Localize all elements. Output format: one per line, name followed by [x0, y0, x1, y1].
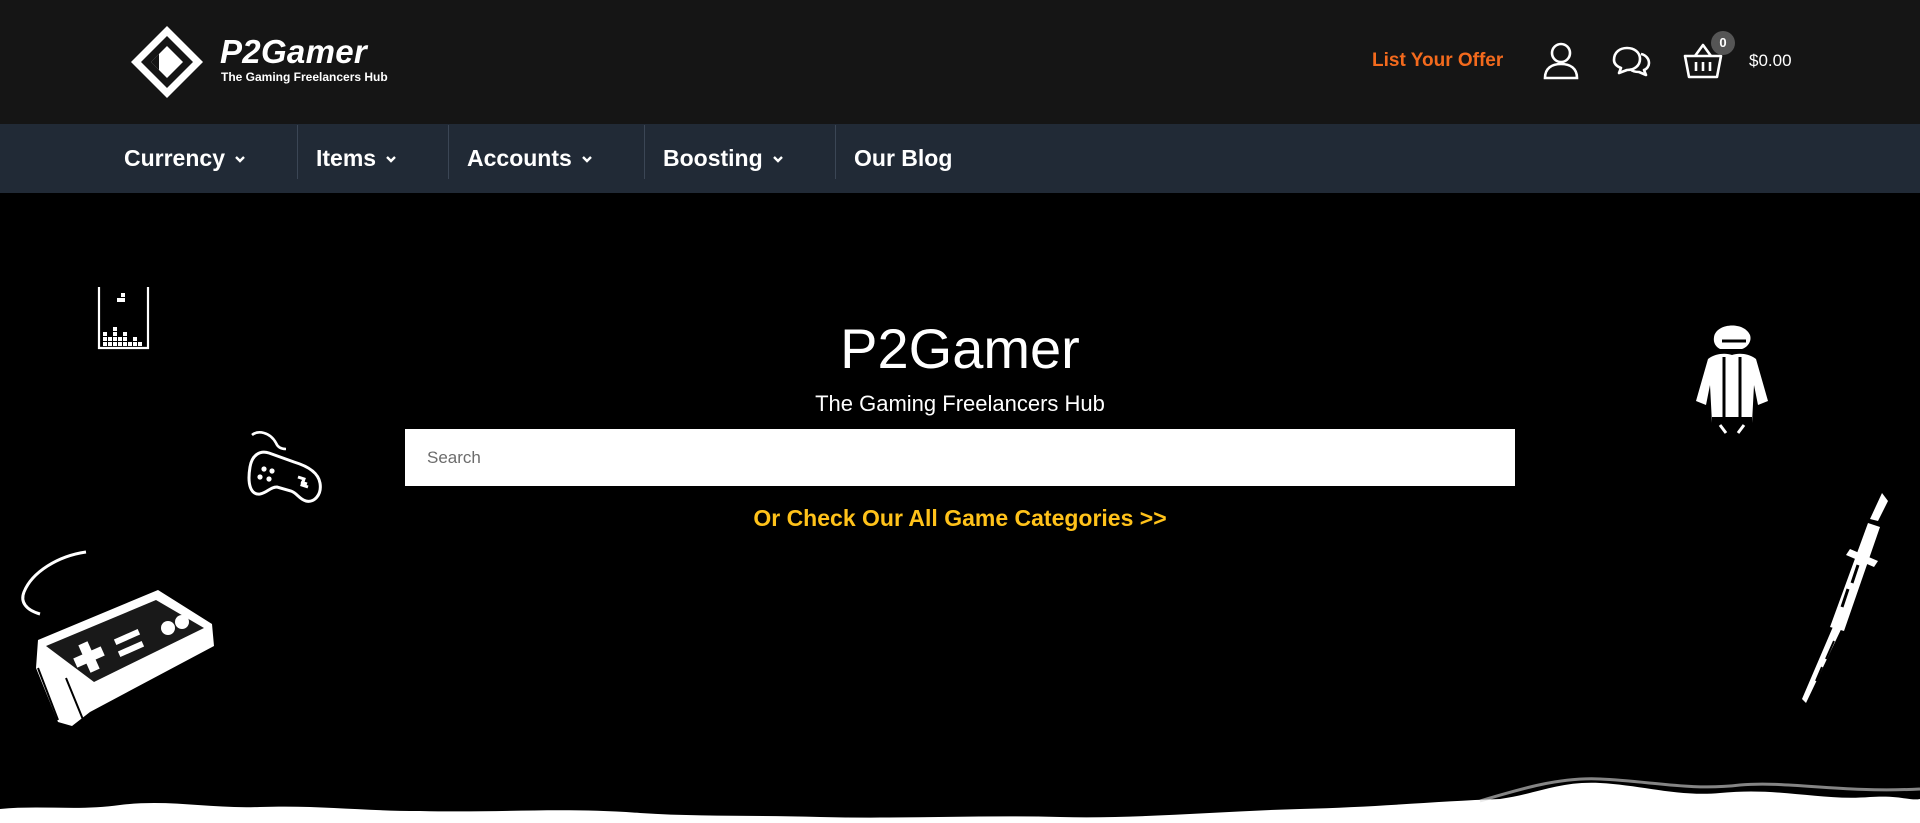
chevron-down-icon — [580, 152, 594, 166]
nav-divider — [448, 125, 449, 179]
chevron-down-icon — [233, 152, 247, 166]
nav-divider — [297, 125, 298, 179]
nav-divider — [644, 125, 645, 179]
cart-total: $0.00 — [1749, 51, 1792, 70]
logo-name: P2Gamer — [220, 33, 368, 70]
nav-item-items[interactable]: Items — [316, 124, 398, 193]
messages-button[interactable] — [1610, 40, 1652, 82]
all-game-categories-link[interactable]: Or Check Our All Game Categories >> — [0, 505, 1920, 532]
search-input[interactable] — [405, 429, 1515, 486]
hero-section: P2Gamer The Gaming Freelancers Hub Or Ch… — [0, 193, 1920, 823]
hero-title: P2Gamer — [840, 317, 1080, 380]
nav-item-boosting[interactable]: Boosting — [663, 124, 785, 193]
site-logo[interactable]: P2Gamer The Gaming Freelancers Hub — [129, 24, 409, 102]
cart-count-badge: 0 — [1711, 31, 1735, 55]
main-nav: Currency Items Accounts Boosting Our Blo… — [0, 124, 1920, 193]
torn-edge-decoration — [0, 777, 1920, 823]
nav-divider — [835, 125, 836, 179]
chevron-down-icon — [384, 152, 398, 166]
nav-item-label: Our Blog — [854, 145, 953, 171]
site-header: P2Gamer The Gaming Freelancers Hub List … — [0, 0, 1920, 124]
nav-item-currency[interactable]: Currency — [124, 124, 247, 193]
account-button[interactable] — [1540, 40, 1582, 82]
nav-item-accounts[interactable]: Accounts — [467, 124, 594, 193]
gamepad-icon — [247, 431, 322, 503]
list-your-offer-link[interactable]: List Your Offer — [1372, 50, 1503, 72]
retro-controller-icon — [21, 550, 214, 726]
nav-item-label: Items — [316, 145, 377, 171]
diamond-logo-icon — [131, 26, 203, 98]
nav-item-our-blog[interactable]: Our Blog — [854, 124, 952, 193]
chevron-down-icon — [771, 152, 785, 166]
logo-tagline: The Gaming Freelancers Hub — [221, 70, 388, 84]
user-icon — [1543, 42, 1579, 80]
hero-subtitle: The Gaming Freelancers Hub — [815, 391, 1105, 416]
chat-bubbles-icon — [1612, 46, 1651, 77]
nav-item-label: Currency — [124, 145, 225, 171]
nav-item-label: Accounts — [467, 145, 572, 171]
nav-item-label: Boosting — [663, 145, 763, 171]
